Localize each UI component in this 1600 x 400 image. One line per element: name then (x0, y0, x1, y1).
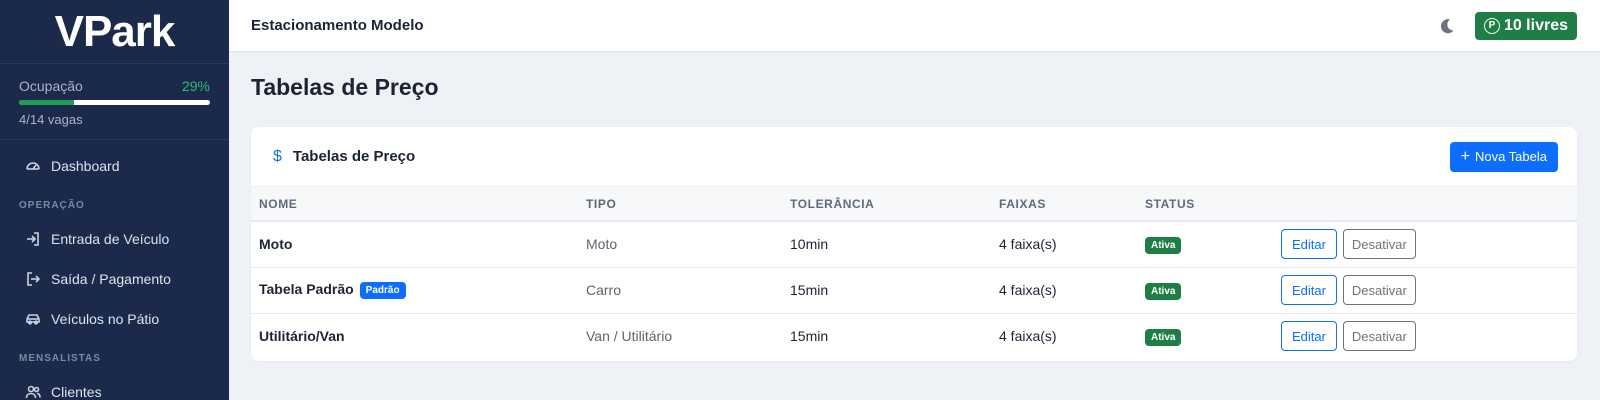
sidebar-item-label: Saída / Pagamento (51, 271, 171, 287)
sidebar-section-mensalistas: MENSALISTAS (19, 353, 101, 364)
table-header-row: NOME TIPO TOLERÂNCIA FAIXAS STATUS (251, 187, 1577, 222)
speedometer-icon (24, 157, 42, 175)
column-header-actions (1281, 187, 1577, 222)
moon-icon[interactable] (1437, 16, 1457, 36)
occupancy-percent: 29% (181, 78, 210, 94)
occupancy-panel: Ocupação 29% 4/14 vagas (0, 64, 229, 140)
row-name: Utilitário/Van (259, 328, 345, 345)
free-spaces-label: 10 livres (1503, 16, 1568, 34)
sidebar-item-label: Veículos no Pátio (51, 311, 160, 327)
new-table-button[interactable]: + Nova Tabela (1449, 141, 1558, 172)
parking-icon: P (1483, 17, 1500, 34)
card-title: Tabelas de Preço (292, 148, 416, 165)
row-tolerance: 10min (790, 221, 999, 268)
sidebar-item-dashboard[interactable]: Dashboard (0, 146, 229, 186)
people-icon (24, 383, 42, 400)
row-type: Moto (586, 221, 790, 268)
parking-name: Estacionamento Modelo (251, 17, 424, 34)
column-header-status: STATUS (1145, 187, 1281, 222)
row-name: Moto (259, 236, 293, 253)
free-spaces-badge: P 10 livres (1474, 11, 1577, 40)
row-ranges: 4 faixa(s) (999, 328, 1057, 345)
column-header-nome: NOME (251, 187, 586, 222)
dollar-icon: $ (273, 147, 282, 165)
edit-button[interactable]: Editar (1281, 321, 1337, 352)
topbar: Estacionamento Modelo P 10 livres (229, 0, 1600, 52)
page-title: Tabelas de Preço (251, 74, 439, 100)
sidebar-item-label: Clientes (51, 384, 102, 400)
sidebar-item-label: Entrada de Veículo (51, 231, 170, 247)
table-row: Moto Moto 10min 4 faixa(s) Ativa Editar … (251, 221, 1577, 268)
row-tolerance: 15min (790, 328, 829, 345)
brand-name: VPark (54, 6, 176, 56)
column-header-tolerancia: TOLERÂNCIA (790, 187, 999, 222)
sidebar-item-saida[interactable]: Saída / Pagamento (0, 259, 229, 299)
disable-button[interactable]: Desativar (1342, 321, 1416, 352)
default-badge: Padrão (359, 281, 406, 299)
sidebar-item-entrada[interactable]: Entrada de Veículo (0, 219, 229, 259)
sidebar-item-label: Dashboard (51, 158, 120, 174)
occupancy-spaces: 4/14 vagas (19, 112, 83, 127)
row-ranges: 4 faixa(s) (999, 221, 1145, 268)
row-type: Carro (586, 267, 790, 314)
sidebar: VPark Ocupação 29% 4/14 vagas Dashboard … (0, 0, 229, 400)
row-name: Tabela Padrão (259, 281, 354, 298)
new-table-label: Nova Tabela (1474, 149, 1547, 164)
status-badge: Ativa (1145, 236, 1182, 254)
row-type: Van / Utilitário (586, 328, 673, 345)
table-row: Tabela Padrão Padrão Carro 15min 4 faixa(… (251, 267, 1577, 314)
price-tables-card: $ Tabelas de Preço + Nova Tabela NOME TI… (251, 127, 1577, 361)
plus-icon: + (1460, 147, 1470, 165)
occupancy-progress-bar (19, 100, 210, 105)
sidebar-item-patio[interactable]: Veículos no Pátio (0, 299, 229, 339)
disable-button[interactable]: Desativar (1342, 275, 1416, 305)
column-header-faixas: FAIXAS (999, 187, 1145, 222)
card-header: $ Tabelas de Preço + Nova Tabela (251, 127, 1577, 187)
column-header-tipo: TIPO (586, 187, 790, 222)
edit-button[interactable]: Editar (1281, 229, 1337, 260)
row-ranges: 4 faixa(s) (999, 267, 1145, 314)
sign-out-icon (24, 270, 42, 288)
sidebar-item-clientes[interactable]: Clientes (0, 372, 229, 400)
disable-button[interactable]: Desativar (1342, 229, 1416, 260)
car-icon (24, 310, 42, 328)
brand-logo[interactable]: VPark (0, 0, 229, 64)
occupancy-label: Ocupação (19, 78, 83, 94)
row-tolerance: 15min (790, 267, 999, 314)
sidebar-section-operacao: OPERAÇÃO (19, 200, 85, 211)
status-badge: Ativa (1145, 282, 1182, 300)
occupancy-progress-fill (19, 100, 75, 105)
price-tables-table: NOME TIPO TOLERÂNCIA FAIXAS STATUS Moto … (251, 187, 1577, 359)
sign-in-icon (24, 230, 42, 248)
table-row: Utilitário/Van Van / Utilitário 15min 4 … (251, 313, 1577, 359)
status-badge: Ativa (1145, 328, 1182, 346)
edit-button[interactable]: Editar (1281, 275, 1337, 305)
